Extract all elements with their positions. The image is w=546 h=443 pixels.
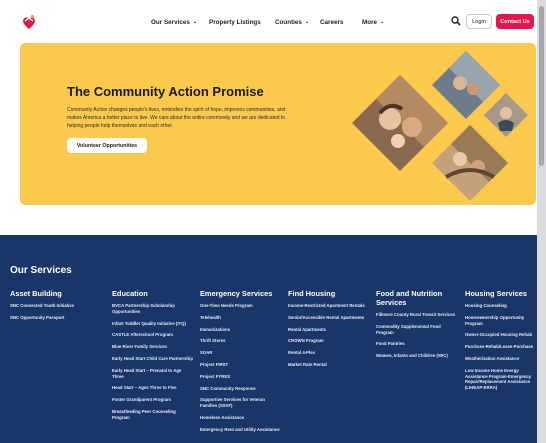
nav-counties-label: Counties bbox=[275, 18, 302, 26]
hero-banner: The Community Action Promise Community A… bbox=[20, 43, 536, 205]
column-heading[interactable]: Food and Nutrition Services bbox=[376, 289, 458, 307]
service-link[interactable]: Infant Toddler Quality Initiative (ITQ) bbox=[112, 321, 194, 327]
service-link[interactable]: Fillmore County Rural Transit Services bbox=[376, 312, 458, 318]
login-button[interactable]: Login bbox=[466, 14, 492, 29]
service-link[interactable]: Market Rate Rental bbox=[288, 362, 370, 368]
column-heading[interactable]: Housing Services bbox=[465, 289, 535, 298]
service-link[interactable]: Head Start – Ages Three to Five bbox=[112, 385, 194, 391]
services-column-find-housing: Find Housing Income-Restricted Apartment… bbox=[288, 289, 370, 374]
services-footer: Our Services Asset Building SNC Connecte… bbox=[0, 235, 537, 443]
family-photo bbox=[352, 75, 448, 171]
nav-our-services-label: Our Services bbox=[151, 18, 190, 26]
services-column-housing-services: Housing Services Housing Counseling Home… bbox=[465, 289, 535, 397]
service-link[interactable]: Thrift Stores bbox=[200, 338, 282, 344]
woman-photo bbox=[484, 93, 528, 137]
service-link[interactable]: Early Head Start Child Care Partnership bbox=[112, 356, 194, 362]
chevron-down-icon: ⌄ bbox=[192, 19, 198, 25]
service-link[interactable]: Telehealth bbox=[200, 315, 282, 321]
service-link[interactable]: Supportive Services for Veteran Families… bbox=[200, 397, 282, 409]
nav-more-label: More bbox=[362, 18, 378, 26]
services-title: Our Services bbox=[10, 265, 72, 276]
hero-text: Community Action changes people's lives,… bbox=[67, 107, 286, 129]
nav-careers[interactable]: Careers bbox=[320, 0, 343, 44]
site-header: Our Services ⌄ Property Listings Counties… bbox=[0, 0, 537, 44]
service-link[interactable]: One-Time Needs Program bbox=[200, 303, 282, 309]
service-link[interactable]: Income-Restricted Apartment Rentals bbox=[288, 303, 370, 309]
service-link[interactable]: Foster Grandparent Program bbox=[112, 397, 194, 403]
nav-counties[interactable]: Counties ⌄ bbox=[275, 0, 309, 44]
service-link[interactable]: CROWN Program bbox=[288, 338, 370, 344]
service-link[interactable]: Emergency Rent and Utility Assistance bbox=[200, 427, 282, 433]
nav-more[interactable]: More ⌄ bbox=[362, 0, 384, 44]
service-link[interactable]: CASTLE Afterschool Program bbox=[112, 332, 194, 338]
service-link[interactable]: Purchase-Rehab/Lease-Purchase bbox=[465, 344, 535, 350]
photo-collage bbox=[352, 51, 528, 201]
service-link[interactable]: Rental 4-Plex bbox=[288, 350, 370, 356]
service-link[interactable]: BVCA Partnership Scholarship Opportuniti… bbox=[112, 303, 194, 315]
service-link[interactable]: Blue River Family Services bbox=[112, 344, 194, 350]
column-heading[interactable]: Emergency Services bbox=[200, 289, 282, 298]
nav-property-listings-label: Property Listings bbox=[209, 18, 261, 26]
page-scrollbar[interactable] bbox=[537, 0, 546, 443]
service-link[interactable]: Breastfeeding Peer Counseling Program bbox=[112, 409, 194, 421]
service-link[interactable]: Commodity Supplemental Food Program bbox=[376, 324, 458, 336]
service-link[interactable]: SNC Community Response bbox=[200, 386, 282, 392]
service-link[interactable]: Immunizations bbox=[200, 327, 282, 333]
service-link[interactable]: Housing Counseling bbox=[465, 303, 535, 309]
service-link[interactable]: SNC Opportunity Passport bbox=[10, 315, 92, 321]
chevron-down-icon: ⌄ bbox=[380, 19, 385, 25]
service-link[interactable]: Weatherization Assistance bbox=[465, 356, 535, 362]
column-heading[interactable]: Education bbox=[112, 289, 194, 298]
service-link[interactable]: Low Income Home Energy Assistance Progra… bbox=[465, 368, 535, 391]
contact-us-button[interactable]: Contact Us bbox=[496, 14, 534, 29]
logo-icon[interactable] bbox=[21, 14, 37, 30]
nav-property-listings[interactable]: Property Listings bbox=[209, 0, 261, 44]
service-link[interactable]: Senior/Accessible Rental Apartments bbox=[288, 315, 370, 321]
service-link[interactable]: Women, Infants and Children (WIC) bbox=[376, 353, 458, 359]
hero-title: The Community Action Promise bbox=[67, 84, 264, 99]
services-column-food-and-nutrition: Food and Nutrition Services Fillmore Cou… bbox=[376, 289, 458, 365]
service-link[interactable]: Early Head Start – Prenatal to Age Three bbox=[112, 368, 194, 380]
nav-careers-label: Careers bbox=[320, 18, 344, 26]
service-link[interactable]: Food Pantries bbox=[376, 341, 458, 347]
service-link[interactable]: Homeownership Opportunity Program bbox=[465, 315, 535, 327]
service-link[interactable]: Project FYRES bbox=[200, 374, 282, 380]
column-heading[interactable]: Asset Building bbox=[10, 289, 92, 298]
services-column-education: Education BVCA Partnership Scholarship O… bbox=[112, 289, 194, 427]
service-link[interactable]: Project FIRST bbox=[200, 362, 282, 368]
group-photo bbox=[432, 125, 508, 201]
column-heading[interactable]: Find Housing bbox=[288, 289, 370, 298]
service-link[interactable]: SOAR bbox=[200, 350, 282, 356]
search-icon[interactable] bbox=[451, 16, 461, 26]
scrollbar-thumb[interactable] bbox=[539, 6, 544, 166]
service-link[interactable]: Owner-Occupied Housing Rehab bbox=[465, 332, 535, 338]
services-column-emergency-services: Emergency Services One-Time Needs Progra… bbox=[200, 289, 282, 439]
service-link[interactable]: SNC Connected Youth Initiative bbox=[10, 303, 92, 309]
nav-our-services[interactable]: Our Services ⌄ bbox=[151, 0, 197, 44]
people-photo bbox=[432, 51, 500, 119]
service-link[interactable]: Homeless Assistance bbox=[200, 415, 282, 421]
chevron-down-icon: ⌄ bbox=[304, 19, 310, 25]
page: Our Services ⌄ Property Listings Counties… bbox=[0, 0, 537, 443]
services-column-asset-building: Asset Building SNC Connected Youth Initi… bbox=[10, 289, 92, 327]
volunteer-opportunities-button[interactable]: Volunteer Opportunities bbox=[67, 138, 147, 153]
service-link[interactable]: Rental Apartments bbox=[288, 327, 370, 333]
